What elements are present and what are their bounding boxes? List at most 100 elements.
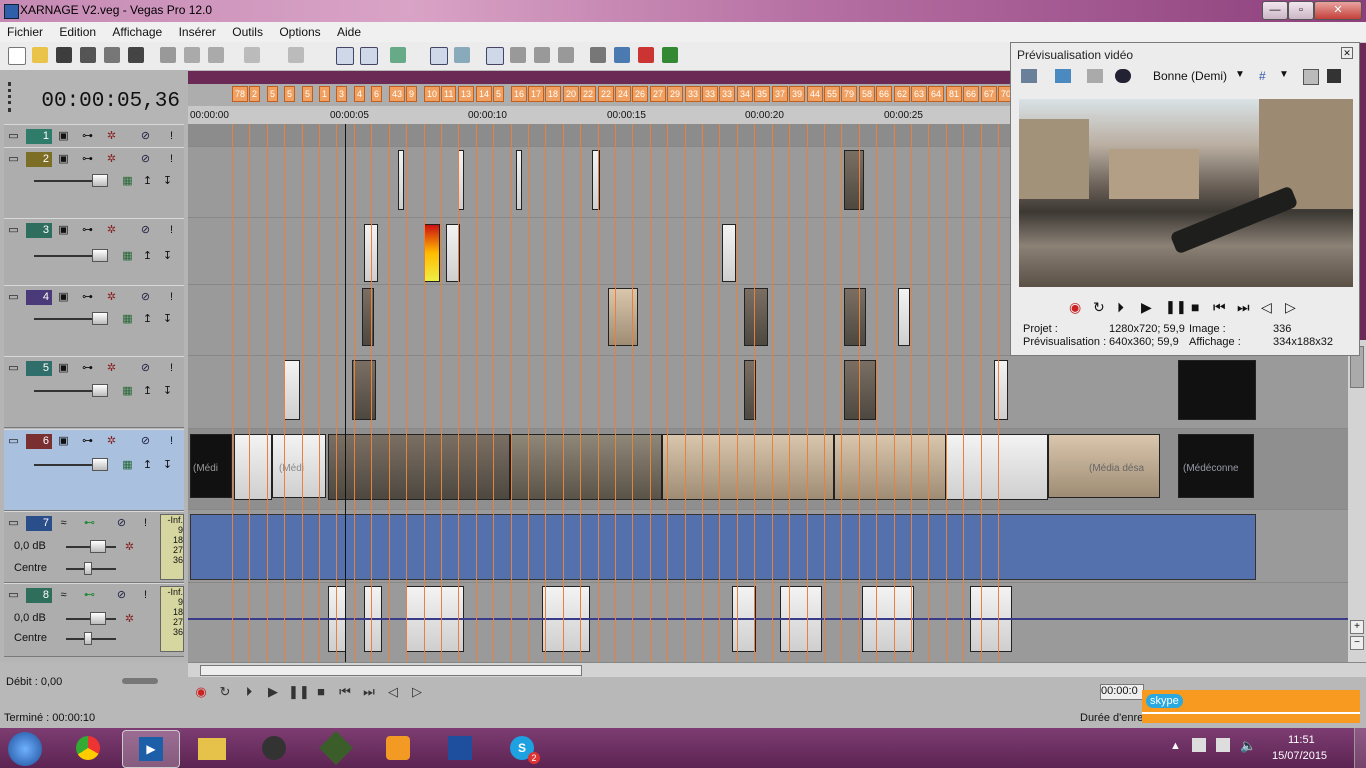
- timeline-marker[interactable]: 3: [336, 86, 348, 102]
- video-event[interactable]: (Média désa: [1048, 434, 1160, 498]
- video-event[interactable]: [284, 360, 300, 420]
- compositing-icon[interactable]: ▣: [56, 152, 71, 166]
- collapse-icon[interactable]: ▭: [6, 223, 21, 237]
- paste-icon[interactable]: [208, 47, 224, 63]
- video-event[interactable]: [844, 150, 864, 210]
- timeline-marker[interactable]: 9: [406, 86, 418, 102]
- track-fx-icon[interactable]: ▦: [120, 312, 135, 326]
- timeline-marker[interactable]: 16: [511, 86, 528, 102]
- video-event[interactable]: [844, 360, 876, 420]
- marker-bar[interactable]: 78 2 5 5 5 1 3 4 6 43 9 10 11 13 14 5 16 17 18 20 22 22 24 26 27…: [188, 84, 1015, 106]
- close-icon[interactable]: ✕: [1341, 47, 1353, 59]
- track-fx-icon[interactable]: ✲: [122, 612, 137, 626]
- mute-icon[interactable]: ⊘: [138, 361, 153, 375]
- track-fx-icon[interactable]: ▦: [120, 384, 135, 398]
- mute-icon[interactable]: ⊘: [114, 588, 129, 602]
- save-icon[interactable]: [56, 47, 72, 63]
- volume-envelope[interactable]: [188, 618, 1348, 620]
- timeline-marker[interactable]: 11: [441, 86, 457, 102]
- timeline-marker[interactable]: 1: [319, 86, 331, 102]
- timeline-marker[interactable]: 39: [789, 86, 806, 102]
- collapse-icon[interactable]: ▭: [6, 588, 21, 602]
- horizontal-scrollbar[interactable]: [188, 662, 1366, 677]
- level-knob[interactable]: [92, 174, 108, 187]
- timeline-marker[interactable]: 33: [702, 86, 719, 102]
- timeline-marker[interactable]: 66: [876, 86, 893, 102]
- snapping-icon[interactable]: [486, 47, 504, 65]
- minimize-button[interactable]: —: [1262, 1, 1288, 20]
- timeline-marker[interactable]: 33: [719, 86, 736, 102]
- timeline-marker[interactable]: 58: [859, 86, 876, 102]
- new-file-icon[interactable]: [8, 47, 26, 65]
- timeline-marker[interactable]: 34: [737, 86, 754, 102]
- menu-fichier[interactable]: Fichier: [0, 22, 49, 39]
- prev-frame-icon[interactable]: ◁: [384, 684, 402, 700]
- play-icon[interactable]: ▶: [1141, 299, 1152, 316]
- go-to-end-icon[interactable]: ⏭: [1237, 299, 1250, 316]
- motion-icon[interactable]: ⊶: [80, 223, 95, 237]
- video-event[interactable]: [608, 288, 638, 346]
- lock-envelopes-icon[interactable]: [454, 47, 470, 63]
- close-button[interactable]: ✕: [1314, 1, 1362, 20]
- up-arrow-icon[interactable]: ↥: [140, 458, 155, 472]
- timeline-marker[interactable]: 2: [249, 86, 261, 102]
- normal-edit-tool-icon[interactable]: [336, 47, 354, 65]
- mute-icon[interactable]: ⊘: [138, 290, 153, 304]
- video-event[interactable]: [898, 288, 910, 346]
- properties-icon[interactable]: [128, 47, 144, 63]
- play-from-start-icon[interactable]: ⏵: [1117, 299, 1124, 316]
- video-event[interactable]: [722, 224, 736, 282]
- level-knob[interactable]: [92, 249, 108, 262]
- game-icon[interactable]: [308, 730, 364, 766]
- timeline-marker[interactable]: 43: [389, 86, 406, 102]
- timeline-marker[interactable]: 26: [632, 86, 649, 102]
- solo-icon[interactable]: !: [164, 434, 179, 448]
- pan-icon[interactable]: ⊷: [82, 588, 97, 602]
- envelope-tool-icon[interactable]: [360, 47, 378, 65]
- gradient-event[interactable]: [424, 224, 440, 282]
- collapse-icon[interactable]: ▭: [6, 290, 21, 304]
- record-icon[interactable]: ◉: [1069, 299, 1081, 316]
- compositing-icon[interactable]: ▣: [56, 223, 71, 237]
- grid-icon[interactable]: #: [1259, 69, 1266, 83]
- down-arrow-icon[interactable]: ↧: [160, 249, 175, 263]
- next-frame-icon[interactable]: ▷: [408, 684, 426, 700]
- menu-edition[interactable]: Edition: [52, 22, 102, 39]
- menu-options[interactable]: Options: [272, 22, 326, 39]
- mute-icon[interactable]: ⊘: [138, 129, 153, 143]
- lane-8[interactable]: [188, 583, 1348, 662]
- video-event[interactable]: [398, 150, 404, 210]
- timeline-marker[interactable]: 55: [824, 86, 841, 102]
- video-event[interactable]: [994, 360, 1008, 420]
- preview-props-icon[interactable]: [1021, 69, 1037, 83]
- auto-crossfade-icon[interactable]: [510, 47, 526, 63]
- timeline-marker[interactable]: 5: [267, 86, 279, 102]
- motion-icon[interactable]: ⊶: [80, 290, 95, 304]
- track-fx-icon[interactable]: ▦: [120, 249, 135, 263]
- steam-icon[interactable]: [246, 730, 302, 766]
- volume-icon[interactable]: 🔈: [1240, 738, 1256, 754]
- render-icon[interactable]: [104, 47, 120, 63]
- offline-media-event[interactable]: (Médéconne: [1178, 434, 1254, 498]
- copy-snapshot-icon[interactable]: [1303, 69, 1319, 85]
- solo-icon[interactable]: !: [164, 152, 179, 166]
- vegas-play-icon[interactable]: ▶: [122, 730, 180, 768]
- pan-knob[interactable]: [84, 632, 92, 645]
- timeline-marker[interactable]: 22: [580, 86, 597, 102]
- pause-icon[interactable]: ❚❚: [288, 684, 310, 700]
- stop-icon[interactable]: ■: [312, 684, 330, 700]
- timeline-marker[interactable]: 33: [685, 86, 702, 102]
- timeline-marker[interactable]: 62: [894, 86, 911, 102]
- solo-icon[interactable]: !: [138, 588, 153, 602]
- solo-icon[interactable]: !: [164, 361, 179, 375]
- save-snapshot-icon[interactable]: [1327, 69, 1341, 83]
- down-arrow-icon[interactable]: ↧: [160, 312, 175, 326]
- fx-icon[interactable]: ✲: [104, 129, 119, 143]
- video-event[interactable]: [352, 360, 376, 420]
- play-icon[interactable]: ▶: [264, 684, 282, 700]
- fx-icon[interactable]: ✲: [104, 434, 119, 448]
- quality-dropdown[interactable]: Bonne (Demi): [1153, 69, 1227, 83]
- open-folder-icon[interactable]: [32, 47, 48, 63]
- timeline-marker[interactable]: 5: [493, 86, 505, 102]
- audio-env-icon[interactable]: ≈: [56, 588, 71, 602]
